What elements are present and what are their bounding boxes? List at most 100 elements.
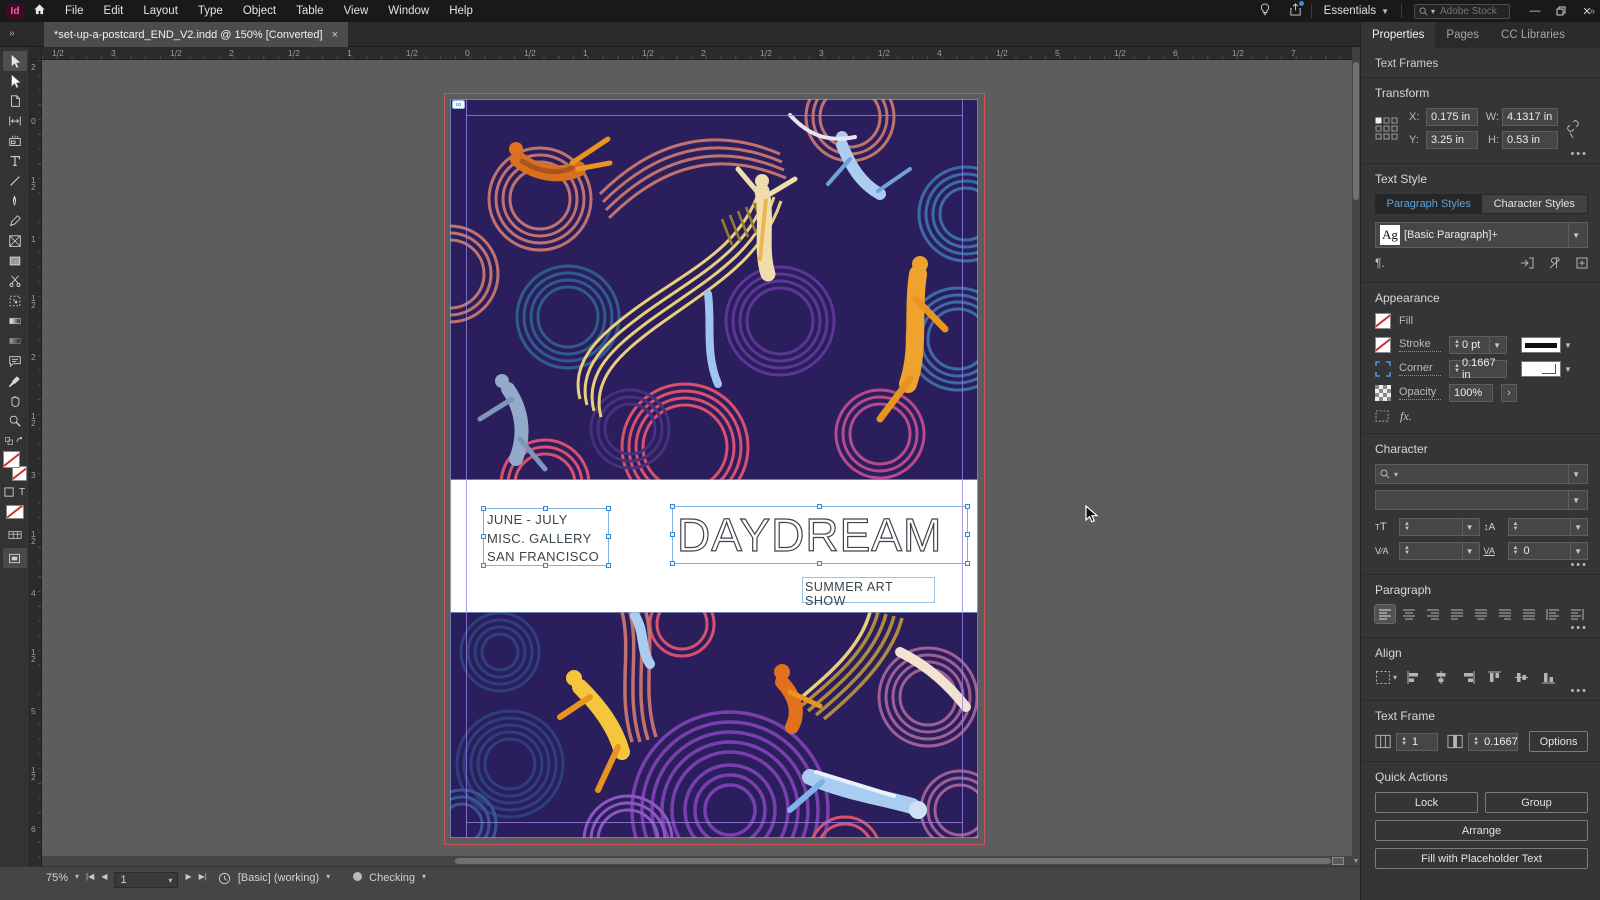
opacity-label[interactable]: Opacity: [1399, 386, 1441, 400]
previous-page-button[interactable]: ◀: [101, 872, 107, 881]
reference-point-grid[interactable]: [1375, 117, 1399, 141]
leading-field[interactable]: ▲ ▼ ▼: [1507, 518, 1588, 536]
menu-view[interactable]: View: [334, 0, 379, 22]
corner-style-dropdown[interactable]: ▼: [1521, 361, 1575, 377]
constrain-proportions-broken-chain-icon[interactable]: [1566, 119, 1580, 139]
paragraph-more-options-icon[interactable]: •••: [1570, 622, 1588, 634]
menu-table[interactable]: Table: [286, 0, 334, 22]
justify-all-button[interactable]: [1519, 605, 1539, 623]
align-more-options-icon[interactable]: •••: [1570, 685, 1588, 697]
workspace-switcher[interactable]: Essentials ▼: [1324, 5, 1389, 17]
align-away-from-spine-button[interactable]: [1567, 605, 1587, 623]
arrange-button[interactable]: Arrange: [1375, 820, 1588, 841]
tab-properties[interactable]: Properties: [1361, 22, 1436, 48]
vertical-scrollbar-thumb[interactable]: [1353, 62, 1359, 200]
stepper-icon[interactable]: ▲ ▼: [1452, 339, 1462, 350]
stroke-style-dropdown[interactable]: ▼: [1521, 337, 1575, 353]
document-canvas[interactable]: ∞ JUNE - JULY MISC. GALLERY SAN FRANCISC…: [42, 60, 1352, 866]
scroll-down-arrow[interactable]: ▼: [1352, 858, 1360, 865]
redefine-style-icon[interactable]: [1520, 257, 1534, 269]
selection-handle[interactable]: [481, 534, 486, 539]
gradient-feather-tool[interactable]: [3, 331, 27, 351]
menu-help[interactable]: Help: [439, 0, 483, 22]
note-tool[interactable]: [3, 351, 27, 371]
vertical-scrollbar[interactable]: ▼: [1352, 60, 1360, 866]
lock-button[interactable]: Lock: [1375, 792, 1478, 813]
linked-asset-badge[interactable]: ∞: [452, 100, 465, 109]
share-icon[interactable]: [1289, 1, 1304, 19]
opacity-field[interactable]: 100%: [1449, 384, 1493, 402]
formatting-affects-text-icon[interactable]: T: [19, 487, 25, 498]
selection-handle[interactable]: [543, 506, 548, 511]
stroke-swatch[interactable]: [1375, 337, 1391, 353]
corner-radius-field[interactable]: ▲ ▼ 0.1667 in: [1449, 357, 1507, 381]
zoom-level[interactable]: 75%: [46, 872, 68, 884]
first-page-button[interactable]: |◀: [86, 872, 94, 881]
transform-more-options-icon[interactable]: •••: [1570, 148, 1588, 160]
selection-handle[interactable]: [965, 532, 970, 537]
stroke-weight-field[interactable]: ▲ ▼ 0 pt ▼: [1449, 336, 1507, 354]
preflight-chevron-icon[interactable]: ▾: [326, 872, 330, 881]
selection-handle[interactable]: [817, 504, 822, 509]
align-left-button[interactable]: [1374, 604, 1396, 624]
clear-overrides-icon[interactable]: [1548, 257, 1562, 269]
text-frame-subtitle[interactable]: SUMMER ART SHOW: [802, 577, 935, 608]
page-tool[interactable]: [3, 91, 27, 111]
menu-file[interactable]: File: [55, 0, 94, 22]
eyedropper-tool[interactable]: [3, 371, 27, 391]
tab-cc-libraries[interactable]: CC Libraries: [1490, 22, 1576, 48]
y-field[interactable]: 3.25 in: [1426, 131, 1478, 149]
font-family-dropdown[interactable]: ▾ ▼: [1375, 464, 1588, 484]
frame-tool[interactable]: [3, 231, 27, 251]
align-objects-left-button[interactable]: [1404, 668, 1424, 686]
selection-handle[interactable]: [670, 532, 675, 537]
gradient-swatch-tool[interactable]: [3, 311, 27, 331]
ruler-origin-corner[interactable]: [30, 47, 42, 60]
fill-with-placeholder-text-button[interactable]: Fill with Placeholder Text: [1375, 848, 1588, 869]
pilcrow-options-icon[interactable]: ¶.: [1375, 256, 1385, 270]
preflight-status-text[interactable]: Checking: [369, 872, 415, 884]
status-chevron-icon[interactable]: ▾: [422, 872, 426, 881]
gap-tool[interactable]: [3, 111, 27, 131]
stroke-label[interactable]: Stroke: [1399, 338, 1441, 352]
pen-tool[interactable]: [3, 191, 27, 211]
opacity-expand-arrow[interactable]: ›: [1501, 384, 1517, 402]
panel-collapse-icon[interactable]: »: [1589, 6, 1595, 17]
align-to-selector[interactable]: ▾: [1375, 670, 1397, 685]
hand-tool[interactable]: [3, 391, 27, 411]
menu-type[interactable]: Type: [188, 0, 233, 22]
zoom-chevron-icon[interactable]: ▾: [75, 872, 79, 881]
new-style-icon[interactable]: [1576, 257, 1588, 269]
font-size-field[interactable]: ▲ ▼ ▼: [1399, 518, 1480, 536]
stock-search-box[interactable]: ▾: [1414, 3, 1510, 19]
selection-handle[interactable]: [543, 563, 548, 568]
restore-button[interactable]: [1548, 0, 1574, 22]
selection-handle[interactable]: [670, 504, 675, 509]
swap-fill-stroke-icon[interactable]: [15, 436, 25, 445]
next-page-button[interactable]: ▶: [185, 872, 191, 881]
character-styles-tab[interactable]: Character Styles: [1481, 195, 1587, 213]
object-effects-icon[interactable]: [1375, 410, 1390, 423]
paragraph-styles-tab[interactable]: Paragraph Styles: [1376, 195, 1482, 213]
close-button[interactable]: ✕: [1574, 0, 1600, 22]
text-frame-options-button[interactable]: Options: [1529, 731, 1588, 752]
document-tab[interactable]: *set-up-a-postcard_END_V2.indd @ 150% [C…: [44, 22, 349, 47]
fill-stroke-indicator[interactable]: [2, 451, 27, 481]
scissors-tool[interactable]: [3, 271, 27, 291]
selection-handle[interactable]: [606, 506, 611, 511]
selection-handle[interactable]: [817, 561, 822, 566]
horizontal-ruler[interactable]: 1/2 3 1/2 2 1/2 1 1/2 0 1/2 1 1/2 2 1/2 3 1/2 4 1/2 5 1/2 6…: [42, 47, 1352, 60]
align-objects-right-button[interactable]: [1458, 668, 1478, 686]
fx-icon[interactable]: fx.: [1400, 409, 1412, 424]
tracking-field[interactable]: ▲ ▼ 0 ▼: [1507, 542, 1588, 560]
line-tool[interactable]: [3, 171, 27, 191]
horizontal-scrollbar[interactable]: [42, 856, 1352, 866]
menu-window[interactable]: Window: [378, 0, 439, 22]
text-frame-info[interactable]: JUNE - JULY MISC. GALLERY SAN FRANCISCO: [481, 506, 611, 568]
text-frame-title[interactable]: DAYDREAM: [670, 504, 970, 566]
justify-last-center-button[interactable]: [1471, 605, 1491, 623]
toolbar-expand-icon[interactable]: »: [9, 28, 15, 39]
learn-lightbulb-icon[interactable]: [1259, 3, 1271, 19]
apply-none-swatch[interactable]: [5, 505, 24, 519]
align-objects-top-button[interactable]: [1485, 668, 1505, 686]
